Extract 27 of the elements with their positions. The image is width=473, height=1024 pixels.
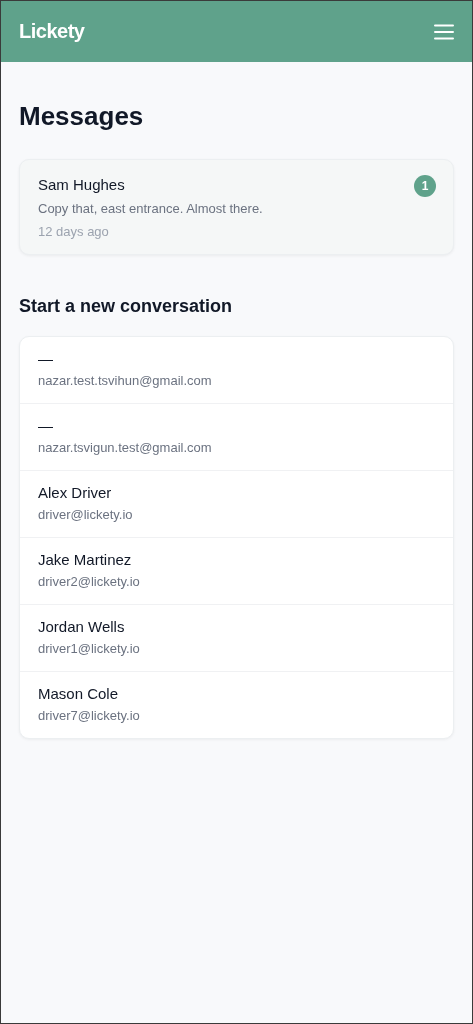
contact-name: Alex Driver bbox=[38, 483, 113, 503]
contact-email: nazar.tsvigun.test@gmail.com bbox=[38, 439, 213, 457]
contact-row[interactable]: Jake Martinez driver2@lickety.io bbox=[20, 537, 453, 604]
contact-row[interactable]: Alex Driver driver@lickety.io bbox=[20, 470, 453, 537]
menu-icon bbox=[434, 23, 454, 40]
contact-email: driver1@lickety.io bbox=[38, 640, 141, 658]
message-time: 12 days ago bbox=[38, 223, 110, 241]
contact-row[interactable]: — nazar.test.tsvihun@gmail.com bbox=[20, 337, 453, 403]
conversation-card[interactable]: Sam Hughes Copy that, east entrance. Almost there. 12 days ago 1 bbox=[19, 159, 454, 255]
contact-name: Jake Martinez bbox=[38, 550, 133, 570]
contact-name: Mason Cole bbox=[38, 684, 120, 704]
contact-email: driver2@lickety.io bbox=[38, 573, 141, 591]
page-title: Messages bbox=[19, 100, 145, 132]
section-heading: Start a new conversation bbox=[19, 295, 234, 318]
contact-name: — bbox=[38, 416, 54, 436]
menu-button[interactable] bbox=[433, 22, 455, 41]
contact-row[interactable]: Jordan Wells driver1@lickety.io bbox=[20, 604, 453, 671]
message-preview: Copy that, east entrance. Almost there. bbox=[38, 200, 263, 218]
contact-email: driver7@lickety.io bbox=[38, 707, 141, 725]
unread-count: 1 bbox=[414, 175, 436, 197]
contact-email: driver@lickety.io bbox=[38, 506, 134, 524]
contact-row[interactable]: — nazar.tsvigun.test@gmail.com bbox=[20, 403, 453, 470]
contact-name: Sam Hughes bbox=[38, 175, 126, 195]
contact-row[interactable]: Mason Cole driver7@lickety.io bbox=[20, 671, 453, 738]
contact-email: nazar.test.tsvihun@gmail.com bbox=[38, 372, 213, 390]
contact-name: — bbox=[38, 349, 54, 369]
contact-name: Jordan Wells bbox=[38, 617, 126, 637]
